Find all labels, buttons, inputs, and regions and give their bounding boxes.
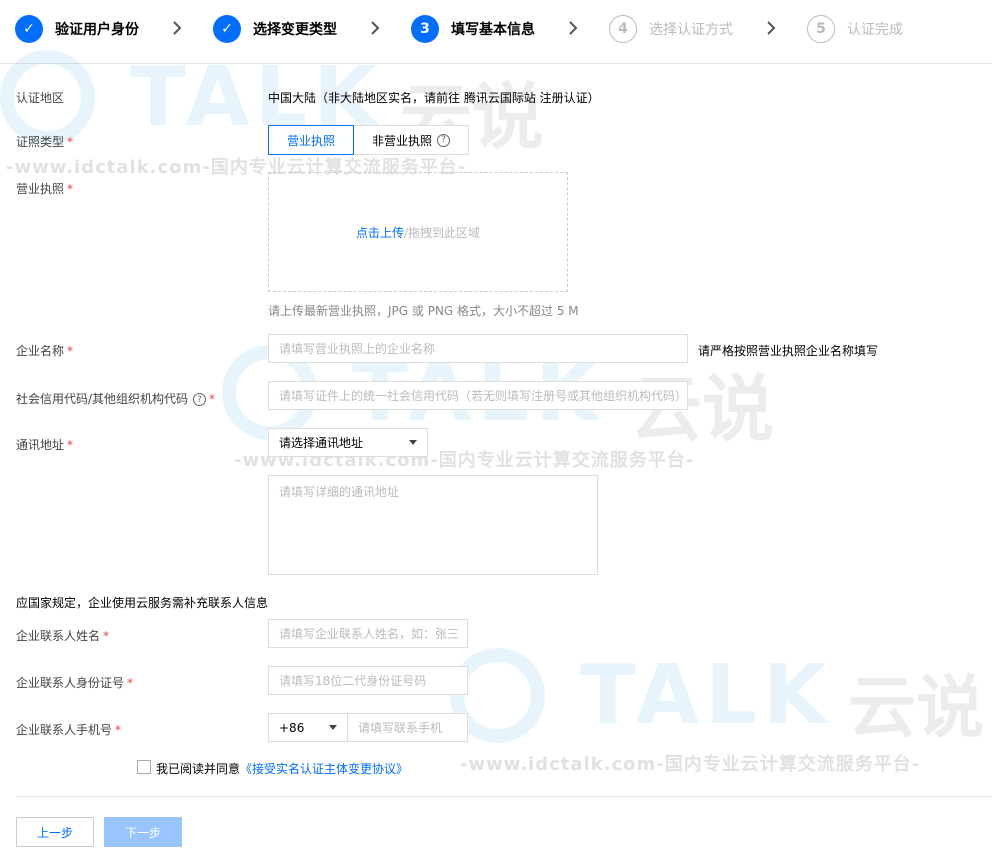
- region-value: 中国大陆（非大陆地区实名，请前往 腾讯云国际站 注册认证）: [268, 91, 600, 105]
- contact-name-input[interactable]: 请填写企业联系人姓名，如：张三: [268, 619, 468, 648]
- divider: [16, 796, 992, 797]
- region-label: 认证地区: [16, 91, 65, 105]
- address-detail-textarea[interactable]: 请填写详细的通讯地址: [268, 475, 598, 575]
- contact-phone-input[interactable]: 请填写联系手机: [347, 713, 468, 742]
- cert-type-business-license[interactable]: 营业执照: [268, 125, 355, 155]
- step-label: 认证完成: [847, 22, 903, 38]
- company-name-label: 企业名称 *: [16, 344, 74, 358]
- chevron-right-icon: [569, 21, 578, 35]
- credit-code-label: 社会信用代码/其他组织机构代码? *: [16, 392, 216, 406]
- country-code-select[interactable]: +86: [268, 713, 348, 742]
- agreement-checkbox[interactable]: [137, 760, 151, 774]
- help-icon[interactable]: ?: [193, 393, 207, 406]
- step-label: 选择认证方式: [649, 22, 733, 38]
- address-label: 通讯地址 *: [16, 438, 74, 452]
- step-verify-identity: ✓ 验证用户身份: [15, 14, 139, 44]
- step-label: 选择变更类型: [253, 22, 337, 38]
- caret-down-icon: [329, 725, 337, 730]
- check-icon: ✓: [15, 15, 43, 43]
- credit-code-input[interactable]: 请填写证件上的统一社会信用代码（若无则填写注册号或其他组织机构代码）: [268, 381, 688, 410]
- caret-down-icon: [409, 440, 417, 445]
- contact-name-label: 企业联系人姓名 *: [16, 629, 110, 643]
- license-note: 请上传最新营业执照，JPG 或 PNG 格式，大小不超过 5 M: [268, 304, 579, 318]
- step-label: 填写基本信息: [451, 22, 535, 38]
- license-label: 营业执照 *: [16, 182, 74, 196]
- watermark-url: -www.idctalk.com-国内专业云计算交流服务平台-: [460, 754, 921, 775]
- company-name-input[interactable]: 请填写营业执照上的企业名称: [268, 334, 688, 363]
- help-icon[interactable]: ?: [437, 133, 451, 147]
- step-auth-method: 4 选择认证方式: [609, 14, 733, 44]
- license-upload-area[interactable]: 点击上传 /拖拽到此区域: [268, 172, 568, 292]
- watermark-logo: TALK: [580, 648, 833, 743]
- chevron-right-icon: [767, 21, 776, 35]
- agreement-link[interactable]: 《接受实名认证主体变更协议》: [240, 762, 408, 776]
- step-number: 3: [411, 15, 439, 43]
- agreement-text: 我已阅读并同意《接受实名认证主体变更协议》: [156, 762, 409, 776]
- cert-type-segmented: 营业执照 非营业执照 ?: [268, 125, 470, 155]
- address-select[interactable]: 请选择通讯地址: [268, 428, 428, 457]
- contact-notice: 应国家规定，企业使用云服务需补充联系人信息: [16, 596, 269, 610]
- chevron-right-icon: [173, 21, 182, 35]
- step-basic-info: 3 填写基本信息: [411, 14, 535, 44]
- address-select-value: 请选择通讯地址: [279, 436, 364, 450]
- next-step-button[interactable]: 下一步: [104, 817, 182, 847]
- cert-type-label: 证照类型 *: [16, 135, 74, 149]
- divider: [0, 63, 992, 64]
- contact-id-input[interactable]: 请填写18位二代身份证号码: [268, 666, 468, 695]
- prev-step-button[interactable]: 上一步: [16, 817, 94, 847]
- step-number: 4: [609, 15, 637, 43]
- country-code-value: +86: [279, 720, 305, 735]
- step-number: 5: [807, 15, 835, 43]
- step-label: 验证用户身份: [55, 22, 139, 38]
- upload-hint: /拖拽到此区域: [403, 225, 481, 240]
- watermark-cn: 云说: [848, 669, 985, 748]
- company-name-tip: 请严格按照营业执照企业名称填写: [698, 344, 879, 358]
- chevron-right-icon: [371, 21, 380, 35]
- steps-bar: ✓ 验证用户身份 ✓ 选择变更类型 3 填写基本信息 4 选择认证方式 5 认证…: [0, 0, 992, 62]
- contact-phone-label: 企业联系人手机号 *: [16, 723, 122, 737]
- check-icon: ✓: [213, 15, 241, 43]
- step-change-type: ✓ 选择变更类型: [213, 14, 337, 44]
- cert-type-non-business-license[interactable]: 非营业执照 ?: [354, 125, 470, 155]
- contact-id-label: 企业联系人身份证号 *: [16, 676, 134, 690]
- step-complete: 5 认证完成: [807, 14, 903, 44]
- upload-link[interactable]: 点击上传: [356, 224, 404, 241]
